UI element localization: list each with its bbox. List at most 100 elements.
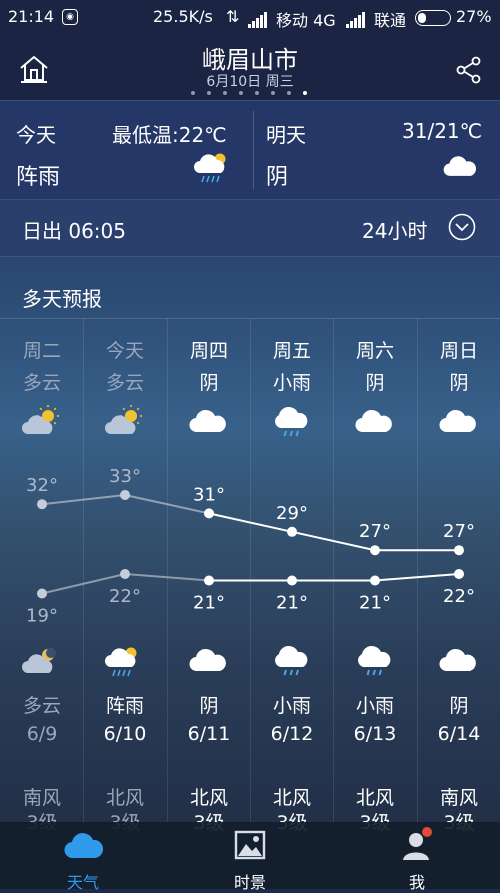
page-dot [223,91,227,95]
battery-percent: 27% [456,7,492,26]
bottom-nav: 天气 时景 我 [0,822,500,892]
forecast-wind: 南风 [439,787,478,809]
forecast-night-cond: 阴 [449,695,469,717]
today-tomorrow-card[interactable]: 今天 最低温:22℃ 阵雨 明天 31/21℃ 阴 [0,100,500,200]
chevron-down-icon[interactable] [448,213,476,245]
high-temp-point [287,526,297,537]
high-temp-line [208,512,459,552]
signal-icon-2 [346,9,366,28]
forecast-night-cond: 小雨 [272,695,311,717]
page-indicator [191,91,311,97]
forecast-day-cond: 阴 [199,372,219,394]
low-temp-point [120,569,130,579]
forecast-date: 6/9 [26,723,58,745]
sunrise-row: 日出 06:05 24小时 [0,200,500,257]
forecast-night-cond: 阴 [199,695,219,717]
partly-cloudy-night-icon [22,643,62,683]
cloud-icon [439,643,479,683]
net-speed: 25.5K/s [153,7,213,26]
status-bar: 21:14 ◉ 25.5K/s ⇅ 移动 4G 联通 27% [0,0,500,36]
low-temp-point [454,569,464,579]
low-temp-label: 22° [109,586,141,607]
forecast-title: 多天预报 [22,287,102,311]
carrier-1: 移动 4G [276,11,336,30]
forecast-wind: 北风 [272,787,311,809]
forecast-wind: 南风 [22,787,61,809]
light-rain-icon [272,643,312,683]
high-temp-point [37,499,47,510]
high-temp-point [120,490,130,500]
nav-me[interactable]: 我 [334,822,500,892]
signal-icon [248,9,268,28]
today-label: 今天 [16,123,56,147]
tomorrow-condition: 阴 [266,165,289,190]
today-condition: 阵雨 [16,165,61,190]
share-icon [456,56,481,84]
nav-scenery-label: 时景 [233,873,266,892]
page-dot [271,91,275,95]
forecast-date: 6/10 [103,723,147,745]
data-arrows-icon: ⇅ [226,7,240,26]
page-dot [255,91,259,95]
cloud-icon [439,404,479,444]
forecast-day-cond: 阴 [365,372,385,394]
city-name[interactable]: 峨眉山市 [0,40,500,75]
clock: 21:14 [8,7,55,26]
date-label: 6月10日 周三 [206,74,294,90]
forecast-date: 6/14 [437,723,481,745]
cloud-icon [355,404,395,444]
low-temp-point [37,588,47,599]
low-temp-label: 19° [26,606,58,627]
photo-icon [234,830,266,860]
page-dot [239,91,243,95]
partly-cloudy-icon [22,404,62,444]
forecast-day: 周六 [355,340,394,362]
forecast-day: 周四 [189,340,228,362]
cloud-icon [64,833,104,859]
forecast-day-cond: 小雨 [272,372,311,394]
divider [253,111,254,189]
low-temp-label: 21° [276,593,308,614]
nav-weather[interactable]: 天气 [0,822,166,892]
high-temp-point [204,508,214,519]
low-temp-point [370,575,380,586]
nav-me-label: 我 [408,873,425,892]
forecast-day-cond: 多云 [22,372,61,394]
tomorrow-label: 明天 [266,123,306,147]
share-button[interactable] [455,56,483,84]
forecast-date: 6/12 [270,723,314,745]
tomorrow-temp: 31/21℃ [402,119,483,143]
high-temp-point [454,545,464,556]
cloud-icon [189,643,229,683]
forecast-day: 周五 [272,340,311,362]
temperature-chart: 32° 19° 33° 22° 31° 21° 29° 21° 27° 21° 27° 22° [26,466,475,627]
forecast-wind: 北风 [355,787,394,809]
header: 峨眉山市 6月10日 周三 [0,36,500,100]
forecast-date: 6/13 [353,723,397,745]
low-temp-label: 21° [193,593,225,614]
page-dot [303,91,307,95]
rain-shower-icon [105,643,145,683]
low-temp-label: 21° [359,593,391,614]
rain-shower-icon [194,149,234,189]
nav-scenery[interactable]: 时景 [167,822,333,892]
forecast-day-cond: 多云 [105,372,144,394]
high-temp-label: 27° [359,521,391,542]
forecast-day: 周二 [22,340,61,362]
cloud-icon [440,151,482,187]
forecast-wind: 北风 [105,787,144,809]
notification-icon: ◉ [62,9,78,25]
partly-cloudy-icon [105,404,145,444]
high-temp-label: 33° [109,466,141,487]
battery-icon [415,10,451,26]
hourly-link[interactable]: 24小时 [362,215,427,244]
forecast-day: 今天 [105,340,144,362]
light-rain-icon [355,643,395,683]
forecast-day-cond: 阴 [449,372,469,394]
high-temp-label: 29° [276,503,308,524]
low-temp-point [204,575,214,586]
nav-weather-label: 天气 [66,873,99,892]
light-rain-icon [272,404,312,444]
high-temp-label: 27° [443,521,475,542]
forecast-night-cond: 阵雨 [105,695,144,717]
